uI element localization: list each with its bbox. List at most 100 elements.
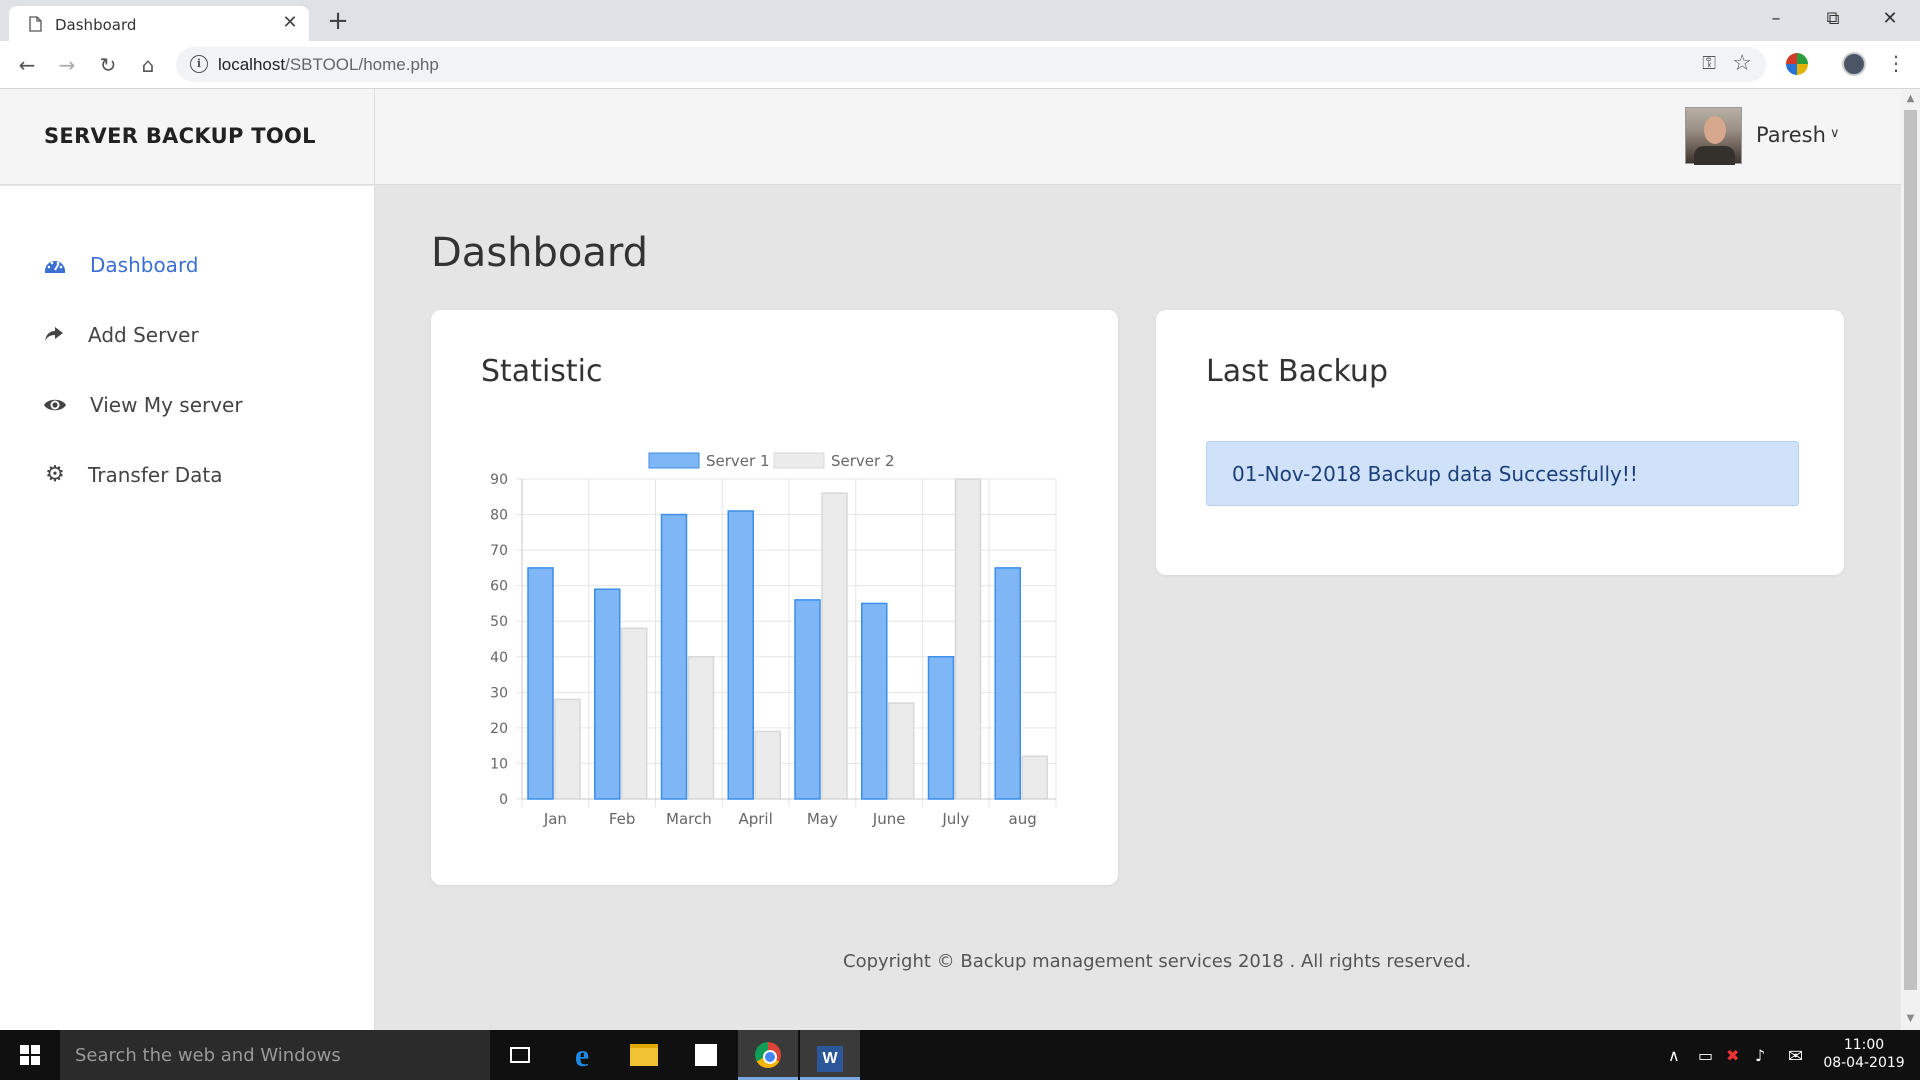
chart-bar-2: [621, 627, 648, 800]
chart-x-tick-label: Feb: [609, 810, 636, 828]
clock-time: 11:00: [1843, 1037, 1885, 1053]
browser-tab[interactable]: Dashboard ✕: [9, 6, 309, 41]
avatar-body: [1694, 146, 1735, 165]
minimize-icon[interactable]: –: [1753, 4, 1799, 34]
chart-x-tick-label: aug: [1009, 810, 1037, 828]
word-taskbar-icon[interactable]: W: [800, 1030, 860, 1080]
browser-toolbar: ← → ↻ ⌂ i localhost/SBTOOL/home.php ⚿ ☆ …: [0, 41, 1920, 89]
start-button[interactable]: [0, 1030, 60, 1080]
chart-legend-swatch: [773, 452, 825, 469]
scroll-up-arrow-icon[interactable]: ▲: [1904, 92, 1917, 106]
chart-y-tick-label: 50: [490, 614, 508, 630]
chart-x-tick-label: May: [807, 810, 838, 828]
sidebar-item-transfer-data[interactable]: ⚙ Transfer Data: [0, 451, 375, 499]
windows-taskbar: Search the web and Windows e W ∧ ▭ ✖ ♪ ✉…: [0, 1030, 1920, 1080]
chart-bar-2: [754, 730, 781, 800]
battery-icon[interactable]: ▭: [1698, 1046, 1713, 1065]
chrome-logo: [755, 1042, 781, 1068]
edge-logo: e: [574, 1037, 590, 1073]
avatar-face: [1704, 116, 1726, 144]
chevron-down-icon[interactable]: ∨: [1830, 126, 1840, 141]
sidebar-item-label: Add Server: [88, 323, 199, 347]
address-url[interactable]: localhost/SBTOOL/home.php: [218, 55, 439, 75]
chart-bar-1: [660, 513, 688, 800]
chart-legend-swatch: [648, 452, 700, 469]
network-warning-icon[interactable]: ✖: [1726, 1046, 1739, 1065]
chart-y-tick-label: 20: [490, 721, 508, 737]
chart-bar-1: [927, 656, 955, 800]
window-close-icon[interactable]: ✕: [1867, 4, 1913, 34]
key-icon[interactable]: ⚿: [1702, 53, 1716, 74]
volume-icon[interactable]: ♪: [1755, 1046, 1765, 1065]
taskbar-clock[interactable]: 11:00 08-04-2019: [1822, 1036, 1906, 1072]
chart-y-tick-label: 0: [499, 792, 508, 808]
chart-x-tick-label: Jan: [543, 810, 567, 828]
chart-bar-2: [821, 492, 848, 800]
home-icon[interactable]: ⌂: [134, 51, 162, 79]
dashboard-gauge-icon: [45, 261, 65, 273]
bookmark-star-icon[interactable]: ☆: [1732, 51, 1752, 76]
chart-bar-1: [594, 588, 621, 800]
app-brand[interactable]: SERVER BACKUP TOOL: [44, 124, 316, 148]
forward-arrow-icon[interactable]: →: [53, 51, 81, 79]
share-arrow-icon: [45, 327, 63, 341]
extension-icon[interactable]: [1786, 53, 1808, 75]
statistic-bar-chart: 0 10 20 30 40 50 60 70 80 90 Jan Feb March April May Ju…: [490, 452, 1057, 828]
chart-bar-1: [794, 599, 821, 800]
statistic-card: Statistic 0 10 20 30 40 50 60 70 80 90 Jan Feb March…: [431, 310, 1118, 885]
windows-logo-icon: [20, 1045, 40, 1065]
notification-center-icon[interactable]: ✉: [1788, 1046, 1803, 1067]
brand-bar: SERVER BACKUP TOOL: [0, 89, 375, 185]
restore-icon[interactable]: ⧉: [1810, 4, 1856, 34]
browser-tabstrip: Dashboard ✕ + – ⧉ ✕: [0, 0, 1920, 41]
taskbar-search-box[interactable]: Search the web and Windows: [60, 1030, 490, 1080]
last-backup-card-title: Last Backup: [1206, 354, 1388, 389]
sidebar-item-view-my-server[interactable]: View My server: [0, 381, 375, 429]
new-tab-button[interactable]: +: [325, 8, 351, 34]
profile-avatar-icon[interactable]: [1842, 52, 1866, 76]
top-bar: [375, 89, 1901, 185]
chrome-taskbar-icon[interactable]: [738, 1030, 798, 1080]
chart-y-tick-label: 30: [490, 685, 508, 701]
folder-logo: [630, 1044, 658, 1066]
chart-y-tick-label: 80: [490, 508, 508, 524]
chart-bar-2: [1021, 755, 1048, 800]
chart-bar-1: [861, 602, 888, 800]
chart-x-tick-label: March: [666, 810, 712, 828]
task-view-icon[interactable]: [490, 1030, 550, 1080]
back-arrow-icon[interactable]: ←: [13, 51, 41, 79]
chart-x-tick-label: June: [872, 810, 906, 828]
chart-bar-2: [888, 702, 915, 800]
document-icon: [29, 16, 42, 32]
chart-x-tick-label: July: [941, 810, 969, 828]
footer-copyright: Copyright © Backup management services 2…: [843, 951, 1472, 972]
site-info-icon[interactable]: i: [190, 55, 208, 73]
scroll-down-arrow-icon[interactable]: ▼: [1904, 1012, 1917, 1026]
store-icon[interactable]: [676, 1030, 736, 1080]
sidebar-item-label: Transfer Data: [88, 463, 223, 487]
store-bag-logo: [695, 1044, 717, 1066]
sidebar: Dashboard Add Server View My server ⚙ Tr…: [0, 186, 375, 1030]
chart-legend-label: Server 2: [831, 452, 895, 470]
backup-success-alert: 01-Nov-2018 Backup data Successfully!!: [1206, 441, 1799, 506]
chart-y-tick-label: 40: [490, 650, 508, 666]
user-avatar[interactable]: [1685, 107, 1742, 165]
page-title: Dashboard: [431, 230, 649, 276]
reload-icon[interactable]: ↻: [94, 51, 122, 79]
sidebar-item-add-server[interactable]: Add Server: [0, 311, 375, 359]
user-menu-name[interactable]: Paresh: [1756, 123, 1826, 147]
sidebar-item-label: Dashboard: [90, 253, 199, 277]
sidebar-item-dashboard[interactable]: Dashboard: [0, 241, 375, 289]
eye-icon: [44, 399, 66, 411]
clock-date: 08-04-2019: [1823, 1055, 1905, 1071]
edge-browser-icon[interactable]: e: [552, 1030, 612, 1080]
tray-chevron-up-icon[interactable]: ∧: [1668, 1046, 1680, 1065]
browser-menu-icon[interactable]: ⋮: [1886, 51, 1906, 75]
chart-bar-1: [994, 567, 1021, 800]
scrollbar-thumb[interactable]: [1904, 110, 1917, 990]
tab-close-icon[interactable]: ✕: [281, 13, 299, 33]
chart-legend-label: Server 1: [706, 452, 770, 470]
address-bar[interactable]: i localhost/SBTOOL/home.php ⚿ ☆: [176, 47, 1766, 82]
last-backup-card: Last Backup 01-Nov-2018 Backup data Succ…: [1156, 310, 1844, 575]
file-explorer-icon[interactable]: [614, 1030, 674, 1080]
